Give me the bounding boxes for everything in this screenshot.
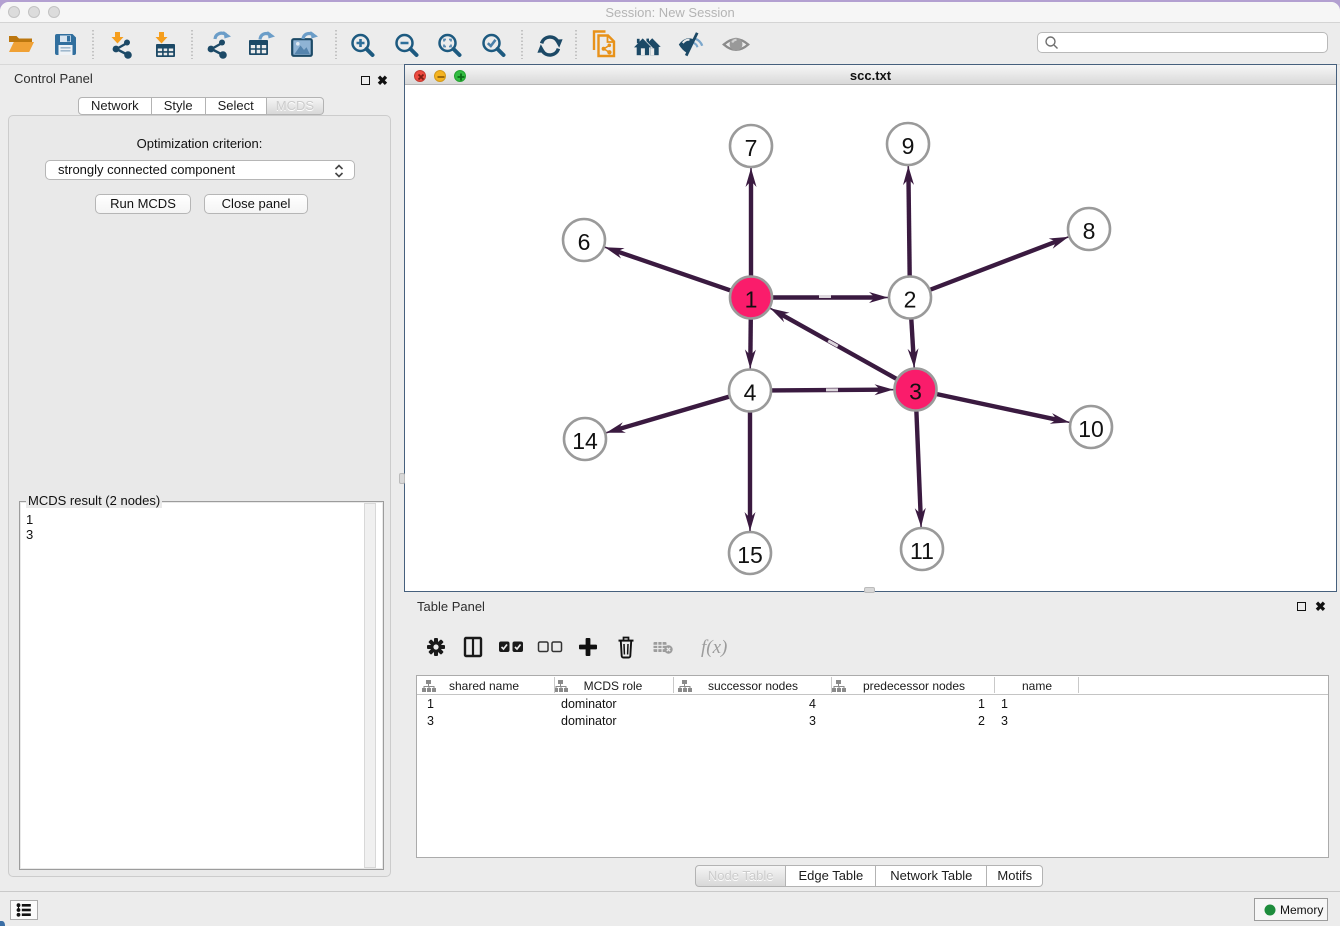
svg-text:4: 4	[744, 379, 757, 405]
svg-text:10: 10	[1078, 416, 1104, 442]
svg-text:9: 9	[902, 133, 915, 159]
svg-text:f(x): f(x)	[701, 637, 727, 658]
svg-text:15: 15	[737, 542, 763, 568]
svg-text:8: 8	[1083, 218, 1096, 244]
svg-text:7: 7	[745, 135, 758, 161]
svg-text:6: 6	[578, 229, 591, 255]
svg-text:2: 2	[904, 286, 917, 312]
svg-text:3: 3	[909, 378, 922, 404]
svg-text:1: 1	[745, 286, 758, 312]
svg-text:11: 11	[910, 538, 934, 564]
svg-text:14: 14	[572, 428, 598, 454]
